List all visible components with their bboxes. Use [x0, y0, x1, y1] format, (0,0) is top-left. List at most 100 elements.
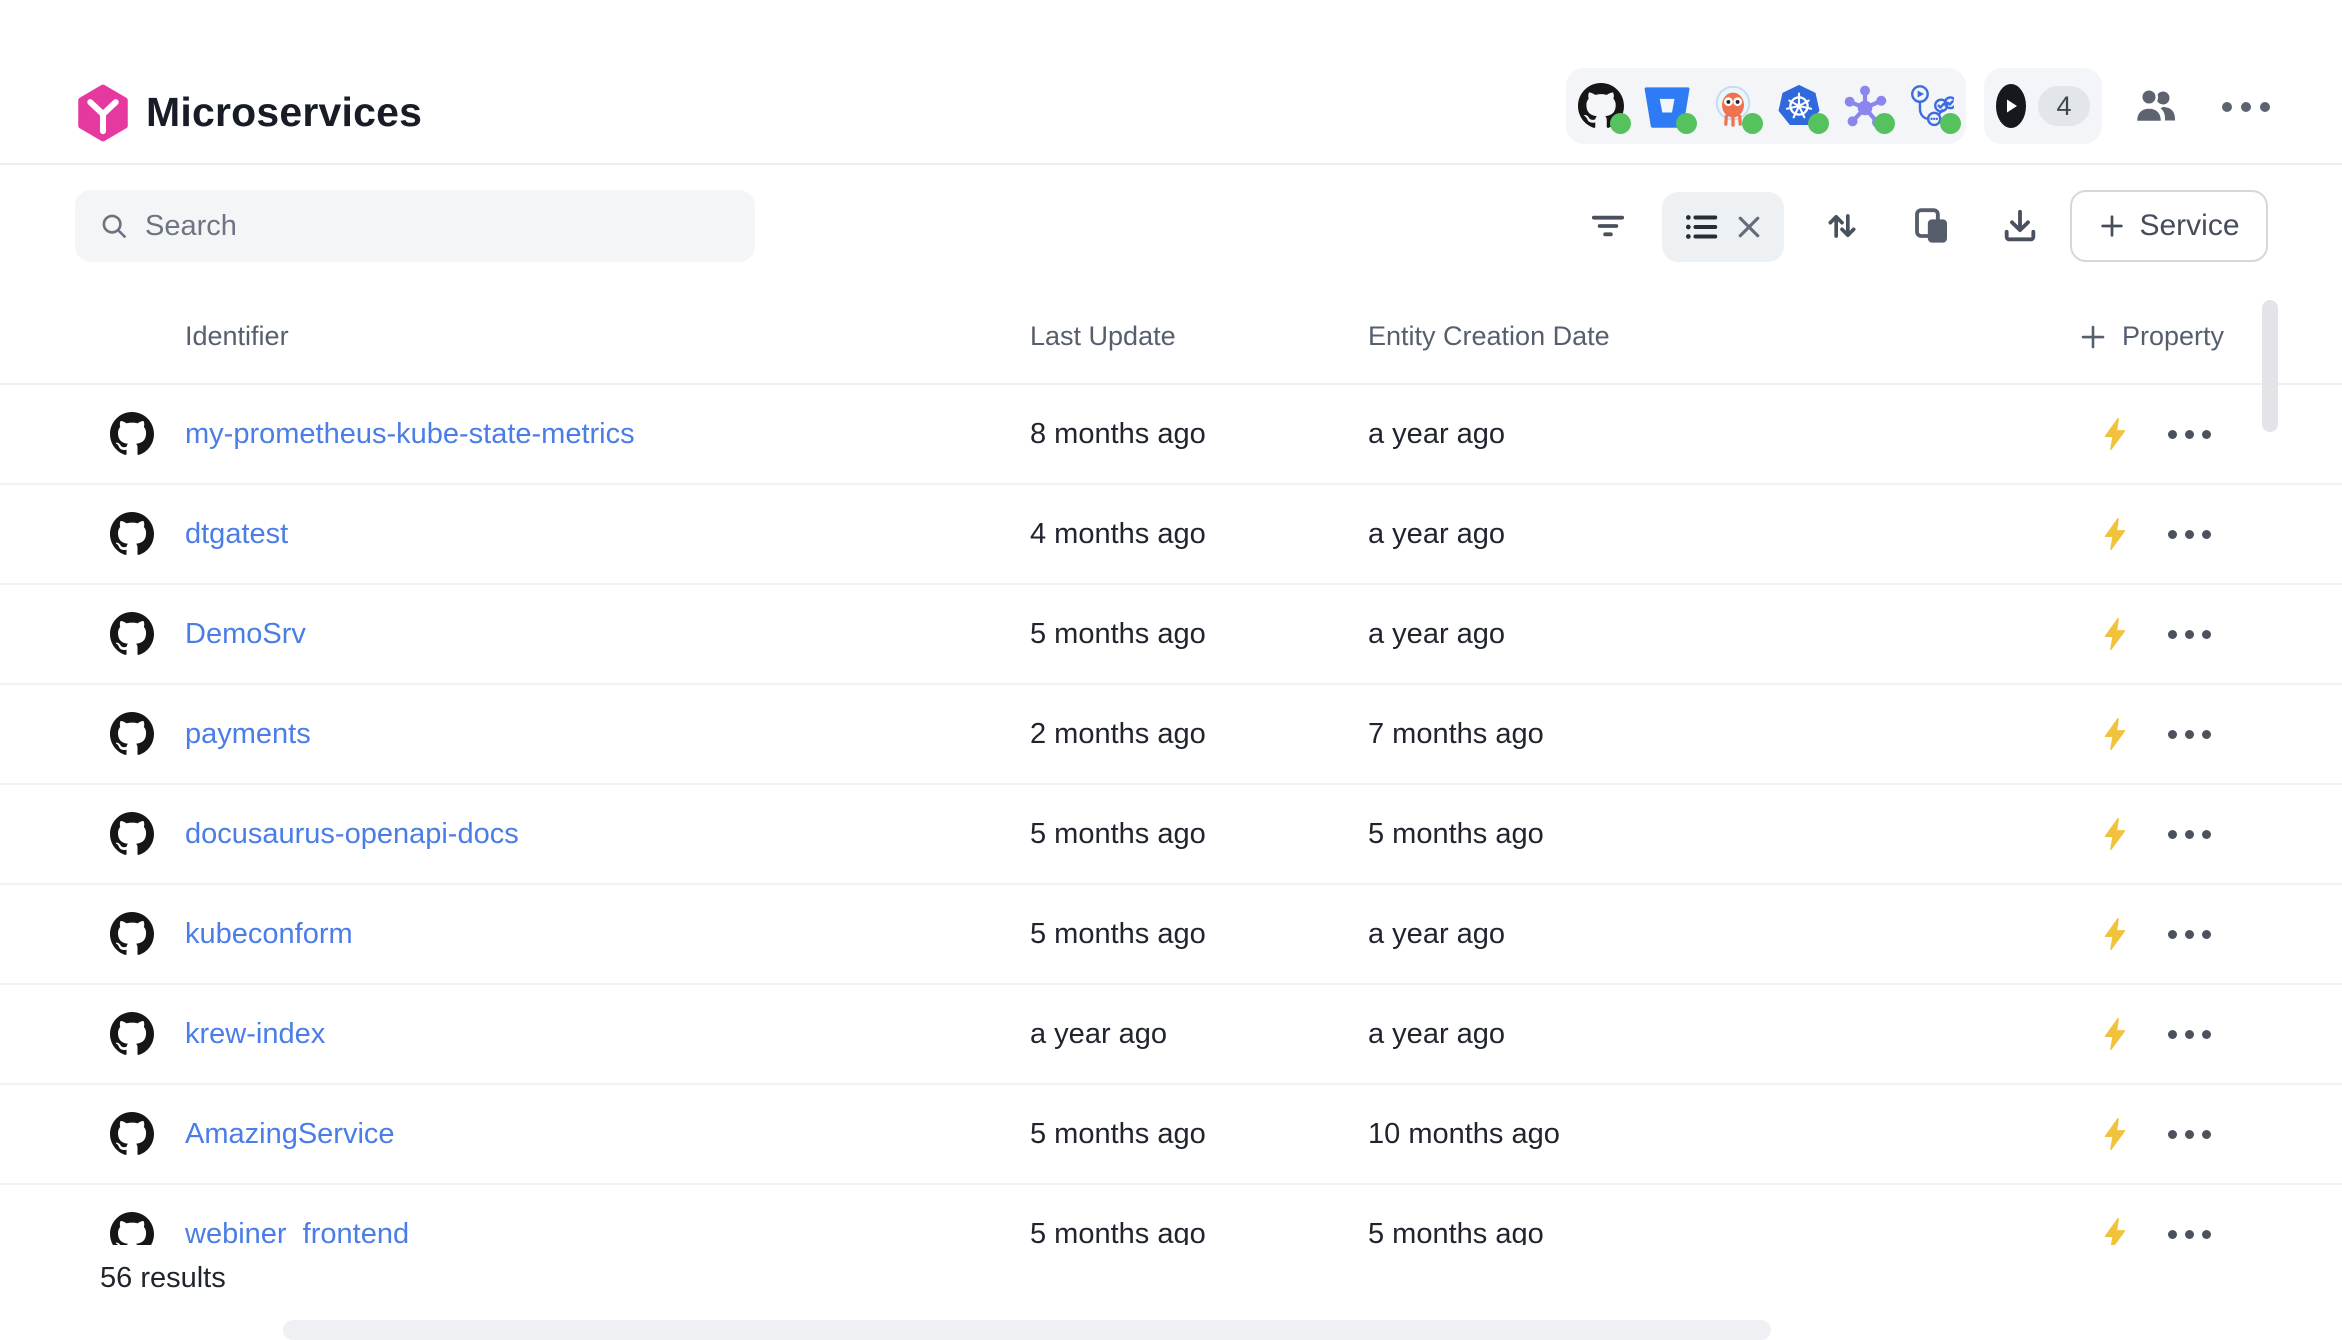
- runs-play-button[interactable]: [1996, 84, 2026, 128]
- entity-identifier-link[interactable]: AmazingService: [185, 1085, 395, 1183]
- actions-bolt-button[interactable]: [2098, 1185, 2134, 1245]
- entity-identifier-link[interactable]: kubeconform: [185, 885, 353, 983]
- dot: [2185, 1230, 2194, 1239]
- lightning-bolt-icon: [2098, 816, 2134, 852]
- last-update-value: 5 months ago: [1030, 585, 1206, 683]
- dot: [2202, 1130, 2211, 1139]
- actions-bolt-button[interactable]: [2098, 385, 2134, 483]
- github-source-icon: [110, 785, 154, 883]
- dot: [2202, 930, 2211, 939]
- search-input[interactable]: [145, 210, 731, 243]
- row-more-menu[interactable]: [2168, 1185, 2211, 1245]
- row-more-menu[interactable]: [2168, 485, 2211, 583]
- molecule-integration[interactable]: [1842, 83, 1888, 129]
- entity-identifier-link[interactable]: payments: [185, 685, 311, 783]
- actions-bolt-button[interactable]: [2098, 585, 2134, 683]
- github-source-icon: [110, 885, 154, 983]
- copy-button[interactable]: [1904, 198, 1960, 254]
- last-update-value: 8 months ago: [1030, 385, 1206, 483]
- lightning-bolt-icon: [2098, 916, 2134, 952]
- actions-bolt-button[interactable]: [2098, 1085, 2134, 1183]
- entity-identifier-link[interactable]: webiner_frontend: [185, 1185, 409, 1245]
- plus-icon: [2098, 212, 2126, 240]
- row-more-menu[interactable]: [2168, 1085, 2211, 1183]
- table-row: dtgatest 4 months ago a year ago: [0, 485, 2342, 585]
- dot: [2202, 1230, 2211, 1239]
- entity-identifier-link[interactable]: DemoSrv: [185, 585, 306, 683]
- column-header-last-update[interactable]: Last Update: [1030, 290, 1176, 383]
- dot: [2260, 102, 2270, 112]
- row-more-menu[interactable]: [2168, 985, 2211, 1083]
- dot: [2185, 730, 2194, 739]
- header-divider: [0, 163, 2342, 165]
- actions-bolt-button[interactable]: [2098, 885, 2134, 983]
- integrations-status-group: [1566, 68, 1966, 144]
- entity-identifier-link[interactable]: docusaurus-openapi-docs: [185, 785, 519, 883]
- kubernetes-integration[interactable]: [1776, 83, 1822, 129]
- github-integration[interactable]: [1578, 83, 1624, 129]
- row-more-menu[interactable]: [2168, 385, 2211, 483]
- dot: [2168, 530, 2177, 539]
- entity-identifier-link[interactable]: dtgatest: [185, 485, 288, 583]
- lightning-bolt-icon: [2098, 716, 2134, 752]
- header-more-menu[interactable]: [2222, 95, 2270, 119]
- dot: [2202, 630, 2211, 639]
- row-more-menu[interactable]: [2168, 585, 2211, 683]
- argocd-integration[interactable]: [1710, 83, 1756, 129]
- dot: [2202, 1030, 2211, 1039]
- dot: [2168, 1130, 2177, 1139]
- sort-arrows-icon: [1822, 206, 1862, 246]
- actions-bolt-button[interactable]: [2098, 985, 2134, 1083]
- filter-button[interactable]: [1580, 198, 1636, 254]
- github-source-icon: [110, 985, 154, 1083]
- actions-bolt-button[interactable]: [2098, 685, 2134, 783]
- search-box[interactable]: [75, 190, 755, 262]
- lightning-bolt-icon: [2098, 1216, 2134, 1245]
- dot: [2168, 830, 2177, 839]
- column-header-entity-creation-date[interactable]: Entity Creation Date: [1368, 290, 1610, 383]
- entity-creation-date-value: a year ago: [1368, 585, 1505, 683]
- runs-group: 4: [1984, 68, 2102, 144]
- entity-identifier-link[interactable]: my-prometheus-kube-state-metrics: [185, 385, 635, 483]
- status-dot: [1610, 113, 1631, 134]
- add-service-button[interactable]: Service: [2070, 190, 2268, 262]
- last-update-value: a year ago: [1030, 985, 1167, 1083]
- actions-bolt-button[interactable]: [2098, 485, 2134, 583]
- lightning-bolt-icon: [2098, 416, 2134, 452]
- runs-count-badge[interactable]: 4: [2038, 86, 2090, 126]
- column-header-identifier[interactable]: Identifier: [185, 290, 289, 383]
- pipeline-integration[interactable]: [1908, 83, 1954, 129]
- bitbucket-integration[interactable]: [1644, 83, 1690, 129]
- lightning-bolt-icon: [2098, 1016, 2134, 1052]
- github-source-icon: [110, 1085, 154, 1183]
- row-more-menu[interactable]: [2168, 785, 2211, 883]
- play-icon: [2001, 96, 2021, 116]
- table-row: payments 2 months ago 7 months ago: [0, 685, 2342, 785]
- entity-creation-date-value: a year ago: [1368, 485, 1505, 583]
- row-more-menu[interactable]: [2168, 885, 2211, 983]
- download-icon: [2000, 206, 2040, 246]
- copy-icon: [1912, 206, 1952, 246]
- row-more-menu[interactable]: [2168, 685, 2211, 783]
- dot: [2222, 102, 2232, 112]
- table-header-row: Identifier Last Update Entity Creation D…: [0, 290, 2342, 385]
- horizontal-scrollbar-thumb[interactable]: [283, 1320, 1771, 1340]
- entity-identifier-link[interactable]: krew-index: [185, 985, 325, 1083]
- last-update-value: 2 months ago: [1030, 685, 1206, 783]
- table-row: webiner_frontend 5 months ago 5 months a…: [0, 1185, 2342, 1245]
- dot: [2168, 1230, 2177, 1239]
- entity-creation-date-value: 5 months ago: [1368, 785, 1544, 883]
- dot: [2185, 430, 2194, 439]
- lightning-bolt-icon: [2098, 616, 2134, 652]
- actions-bolt-button[interactable]: [2098, 785, 2134, 883]
- list-view-icon[interactable]: [1682, 208, 1720, 246]
- entity-creation-date-value: 10 months ago: [1368, 1085, 1560, 1183]
- dot: [2185, 1130, 2194, 1139]
- add-property-button[interactable]: Property: [2078, 290, 2224, 383]
- users-icon[interactable]: [2132, 83, 2180, 131]
- table-row: DemoSrv 5 months ago a year ago: [0, 585, 2342, 685]
- download-button[interactable]: [1992, 198, 2048, 254]
- vertical-scrollbar-thumb[interactable]: [2262, 300, 2278, 432]
- sort-button[interactable]: [1814, 198, 1870, 254]
- clear-view-icon[interactable]: [1734, 212, 1764, 242]
